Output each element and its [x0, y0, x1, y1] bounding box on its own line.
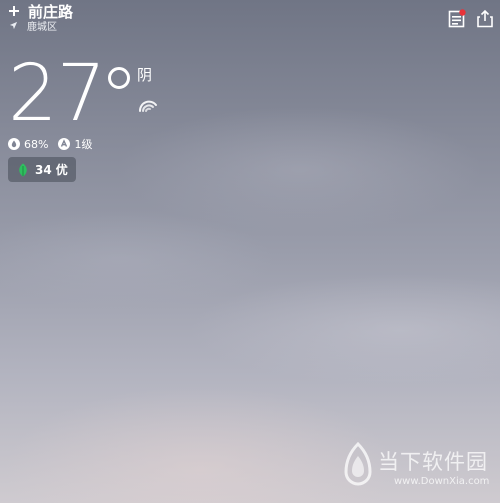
wind-icon — [58, 138, 71, 150]
watermark: 当下软件园 www.DownXia.com — [338, 440, 498, 500]
leaf-icon — [19, 163, 27, 176]
watermark-name: 当下软件园 — [378, 450, 488, 474]
humidity-value: 68% — [24, 137, 49, 151]
plus-icon[interactable] — [8, 5, 20, 17]
temperature-value: 27 — [8, 49, 106, 139]
weather-screen: 前庄路 鹿城区 27 阴 68% 1级 34 优 当下软件园 www.DownX… — [0, 0, 500, 503]
weather-condition: 阴 — [137, 66, 153, 84]
watermark-logo-icon — [344, 441, 372, 486]
share-icon[interactable] — [476, 9, 494, 28]
location-arrow-icon — [9, 21, 18, 30]
overcast-icon — [138, 100, 157, 112]
wind-value: 1级 — [74, 138, 93, 151]
aqi-level: 优 — [55, 163, 68, 177]
district-label: 鹿城区 — [27, 22, 57, 33]
droplet-icon — [8, 138, 20, 150]
weather-stats: 68% 1级 — [8, 137, 102, 151]
news-icon[interactable] — [448, 9, 466, 28]
aqi-value: 34 — [35, 162, 52, 177]
degree-symbol — [108, 67, 130, 89]
watermark-url: www.DownXia.com — [394, 476, 490, 487]
current-temperature: 27 — [8, 44, 106, 144]
aqi-badge[interactable]: 34 优 — [8, 157, 76, 182]
